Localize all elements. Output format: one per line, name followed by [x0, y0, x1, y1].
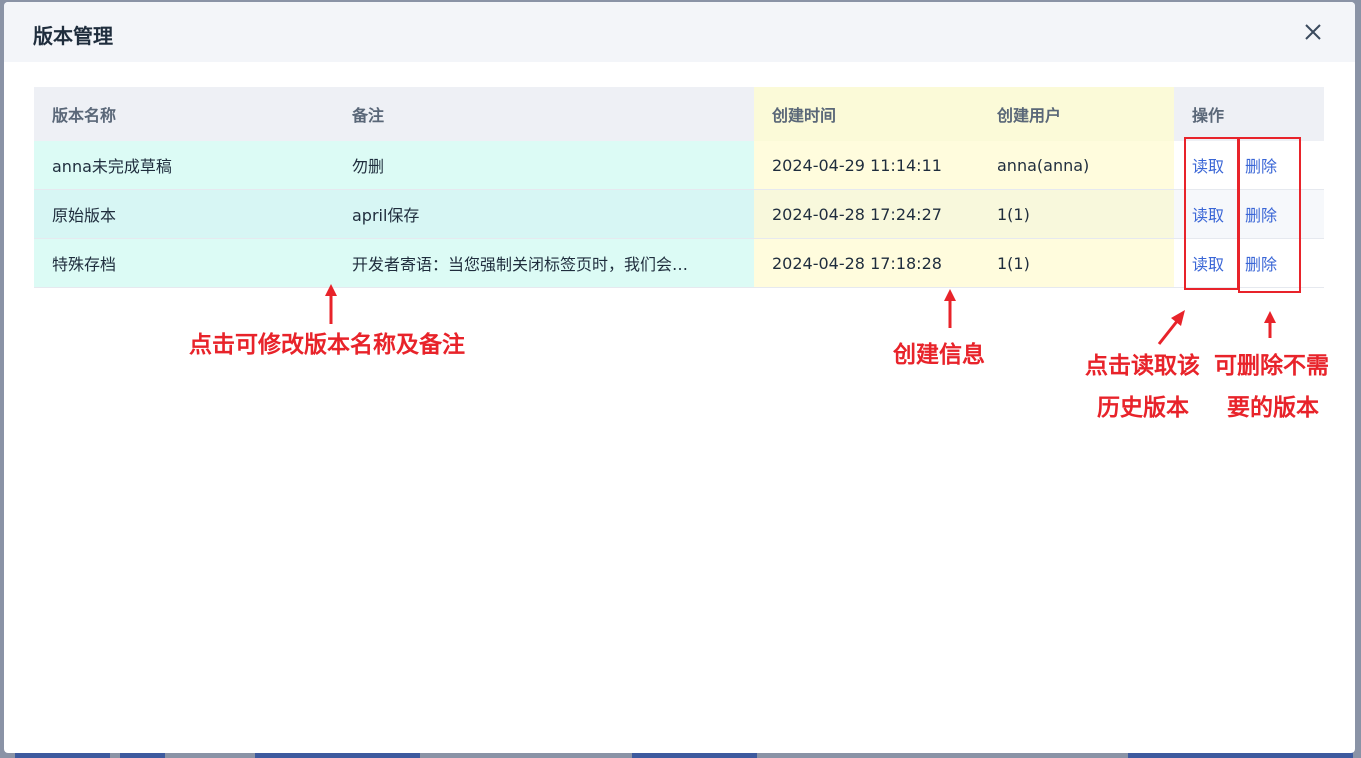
- version-management-dialog: 版本管理 版本名称 备注 创建时间 创建用户 操作 anna未完成草稿 勿删 2…: [4, 2, 1355, 753]
- arrowhead-delete-hint: [1264, 311, 1276, 323]
- arrowhead-read-hint: [1171, 310, 1185, 326]
- annotation-read-hint-line2: 历史版本: [1097, 395, 1189, 421]
- annotation-edit-hint: 点击可修改版本名称及备注: [189, 332, 465, 358]
- annotation-read-hint-line1: 点击读取该: [1085, 353, 1200, 379]
- annotation-delete-hint-line2: 要的版本: [1227, 395, 1319, 421]
- annotation-delete-hint-line1: 可删除不需: [1214, 353, 1329, 379]
- arrowhead-edit-hint: [325, 284, 337, 296]
- arrow-read-hint: [1157, 319, 1180, 345]
- arrowhead-create-info: [944, 289, 956, 301]
- annotation-create-info: 创建信息: [893, 342, 985, 368]
